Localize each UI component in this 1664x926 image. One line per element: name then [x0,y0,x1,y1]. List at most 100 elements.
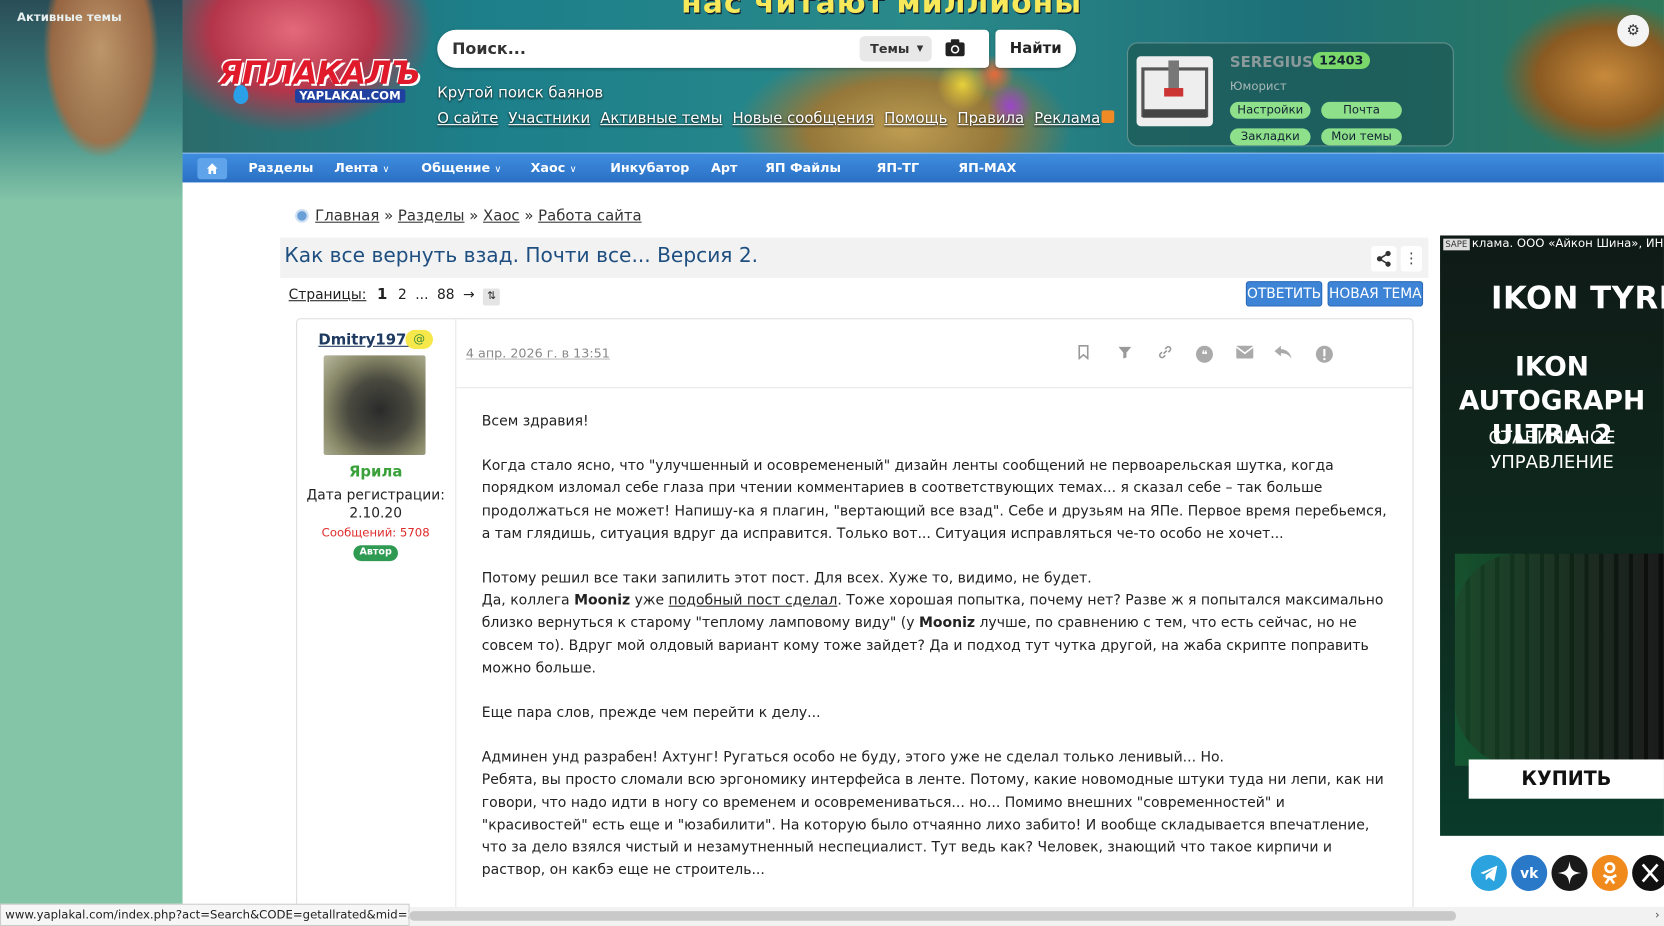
breadcrumb: Главная » Разделы » Хаос » Работа сайта [295,208,642,225]
top-link-ads[interactable]: Реклама [1034,110,1100,127]
post-body: Всем здравия! Когда стало ясно, что "улу… [482,410,1395,904]
breadcrumb-sections[interactable]: Разделы [398,208,465,225]
page-link-2[interactable]: 2 [398,287,407,303]
top-link-help[interactable]: Помощь [884,110,947,127]
chevron-down-icon: ∨ [494,164,502,176]
x-icon[interactable] [1632,854,1664,891]
corner-tag[interactable]: Активные темы [17,11,122,25]
reply-icon[interactable] [1273,345,1292,364]
search-scope-select[interactable]: Темы ▼ [859,36,932,62]
nav-item-tg[interactable]: ЯП-ТГ [877,160,920,175]
post-paragraph: Когда стало ясно, что "улучшенный и осов… [481,458,1387,542]
chevron-down-icon: ▼ [916,43,924,54]
logo-drop-icon [233,84,249,104]
post-date[interactable]: 4 апр. 2026 г. в 13:51 [466,346,610,361]
vk-icon[interactable]: vk [1511,854,1548,891]
ad-disclaimer: клама. ООО «Айкон Шина», ИНН 7 [1471,236,1664,251]
report-icon[interactable] [1315,345,1334,364]
rss-icon[interactable] [1101,110,1115,124]
new-topic-button[interactable]: НОВАЯ ТЕМА [1327,281,1424,307]
post-paragraph: Всем здравия! [481,413,589,430]
share-icon[interactable] [1371,246,1397,272]
breadcrumb-home-icon[interactable] [295,208,309,223]
top-links: О сайте Участники Активные темы Новые со… [437,110,1105,127]
telegram-icon[interactable] [1470,854,1507,891]
star-icon[interactable] [1551,854,1588,891]
my-topics-button[interactable]: Мои темы [1321,128,1402,146]
link-icon[interactable] [1156,345,1175,364]
avatar[interactable] [323,355,426,456]
svg-text:❝: ❝ [1201,348,1207,362]
nav-item-sections[interactable]: Разделы [248,160,313,175]
ad-banner[interactable]: SAPE клама. ООО «Айкон Шина», ИНН 7 IKON… [1440,235,1664,836]
nav-item-incubator[interactable]: Инкубатор [610,160,689,175]
page-ellipsis: ... [415,287,429,304]
horizontal-scrollbar[interactable]: › [409,906,1664,926]
tagline[interactable]: Крутой поиск баянов [437,85,603,102]
breadcrumb-site-work[interactable]: Работа сайта [538,208,641,225]
post-author-panel: Dmitry1971 @ Ярила Дата регистрации: 2.10… [297,319,457,926]
odnoklassniki-icon[interactable] [1591,854,1628,891]
user-name[interactable]: SEREGIUS [1230,54,1313,71]
home-button[interactable] [197,158,228,180]
user-mention: Mooniz [918,615,976,632]
chevron-right-icon[interactable]: › [1655,908,1660,922]
home-icon [206,163,218,174]
mail-icon[interactable] [1235,345,1254,364]
search-scope-label: Темы [870,41,910,57]
header-banner-text: нас читают миллионы [681,0,1083,21]
top-link-new[interactable]: Новые сообщения [732,110,874,127]
ad-buy-button[interactable]: КУПИТЬ [1468,759,1664,799]
pagination: Страницы: 1 2... 88 → ⇅ [288,286,509,306]
top-link-members[interactable]: Участники [508,110,590,127]
author-rank: Ярила [348,463,403,481]
filter-icon[interactable] [1115,345,1134,364]
top-link-active[interactable]: Активные темы [600,110,722,127]
nav-item-talk[interactable]: Общение ∨ [421,160,501,175]
nav-item-chaos[interactable]: Хаос ∨ [531,160,577,175]
user-panel: SEREGIUS 12403 Юморист Настройки Почта З… [1126,42,1454,147]
camera-icon[interactable] [944,38,965,59]
status-bar: www.yaplakal.com/index.php?act=Search&CO… [0,903,410,926]
reply-button[interactable]: ОТВЕТИТЬ [1245,281,1323,307]
mention-badge[interactable]: @ [405,329,433,349]
top-link-about[interactable]: О сайте [437,110,498,127]
breadcrumb-chaos[interactable]: Хаос [483,208,520,225]
find-button[interactable]: Найти [995,29,1077,68]
chevron-down-icon: ∨ [382,164,390,176]
sort-order-icon[interactable]: ⇅ [483,288,501,306]
page-next-arrow[interactable]: → [463,287,475,303]
scrollbar-thumb[interactable] [409,911,1456,921]
nav-item-max[interactable]: ЯП-MAX [958,160,1016,175]
user-avatar[interactable] [1136,56,1213,127]
mail-button[interactable]: Почта [1321,101,1402,119]
nav-item-art[interactable]: Арт [711,160,737,175]
logo-main: ЯПЛАКАЛЪ [218,55,421,93]
quote-icon[interactable]: ❝ [1195,345,1214,364]
top-link-rules[interactable]: Правила [957,110,1024,127]
nav-item-files[interactable]: ЯП Файлы [765,160,841,175]
logo-sub: YAPLAKAL.COM [295,89,405,103]
author-registration: Дата регистрации: 2.10.20 [306,487,445,522]
page: Активные темы нас читают миллионы ЯПЛАКА… [0,0,1664,926]
nav-item-feed[interactable]: Лента ∨ [334,160,389,175]
post-author[interactable]: Dmitry1971 [318,332,416,349]
more-options-icon[interactable]: ⋮ [1400,246,1423,272]
bookmark-icon[interactable] [1074,344,1093,364]
breadcrumb-home[interactable]: Главная [315,208,379,225]
pages-label: Страницы: [288,287,367,304]
bookmarks-button[interactable]: Закладки [1229,128,1311,146]
page-title: Как все вернуть взад. Почти все... Верси… [284,243,759,268]
tire-image [1454,553,1664,766]
post-paragraph: Еще пара слов, прежде чем перейти к делу… [481,705,821,722]
similar-post-link[interactable]: подобный пост сделал [669,593,838,609]
page-link-last[interactable]: 88 [437,287,455,303]
post-paragraph: Потому решил все таки запилить этот пост… [481,570,1384,677]
settings-button[interactable]: Настройки [1229,101,1311,119]
site-logo[interactable]: ЯПЛАКАЛЪ YAPLAKAL.COM [218,55,421,106]
author-messages[interactable]: Сообщений: 5708 [297,526,454,540]
page-current: 1 [377,286,388,304]
search-input[interactable] [452,36,856,62]
post-paragraph: Админен унд разрабен! Ахтунг! Ругаться о… [481,750,1384,879]
gear-icon[interactable]: ⚙ [1617,14,1650,47]
